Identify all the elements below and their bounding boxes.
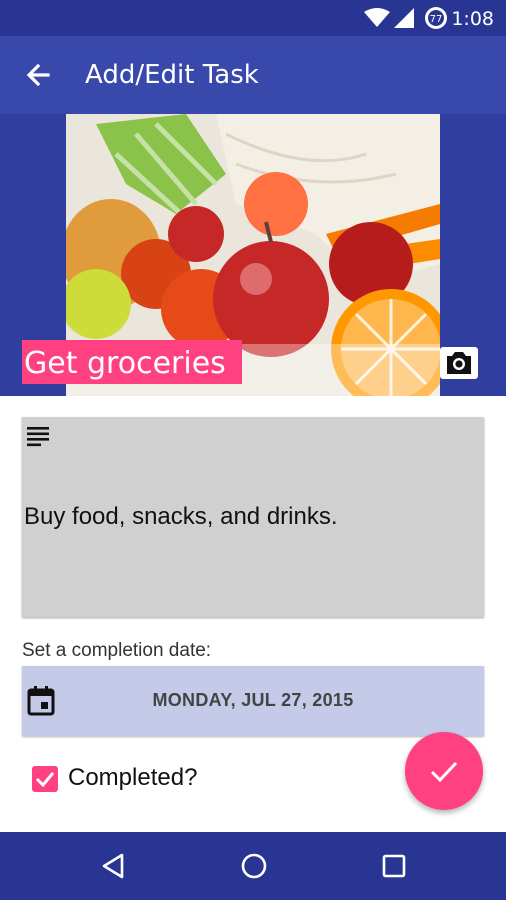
page-title: Add/Edit Task: [85, 60, 259, 90]
status-bar: 77 1:08: [0, 0, 506, 36]
date-picker-button[interactable]: MONDAY, JUL 27, 2015: [22, 666, 484, 736]
check-mark-icon: [35, 772, 55, 788]
nav-home-button[interactable]: [240, 852, 268, 885]
cell-signal-icon: [394, 8, 414, 28]
save-fab-button[interactable]: [405, 732, 483, 810]
app-bar: Add/Edit Task: [0, 36, 506, 114]
date-label: Set a completion date:: [22, 640, 212, 661]
nav-back-button[interactable]: [100, 852, 126, 885]
checkbox-checked-icon[interactable]: [32, 766, 58, 792]
description-field[interactable]: Buy food, snacks, and drinks.: [22, 417, 484, 617]
completed-label: Completed?: [68, 764, 198, 791]
battery-icon: 77: [425, 7, 447, 29]
task-title[interactable]: Get groceries: [22, 340, 242, 384]
camera-button[interactable]: [440, 347, 478, 379]
check-icon: [430, 761, 458, 783]
nav-back-icon: [102, 853, 124, 879]
system-nav-bar: [0, 832, 506, 900]
nav-home-icon: [241, 853, 267, 879]
date-value: MONDAY, JUL 27, 2015: [152, 690, 354, 710]
battery-level: 77: [430, 14, 443, 25]
wifi-icon: [364, 8, 390, 27]
nav-recents-icon: [382, 854, 406, 878]
nav-recents-button[interactable]: [381, 852, 407, 885]
arrow-back-icon: [26, 63, 50, 87]
camera-icon: [447, 352, 471, 374]
back-button[interactable]: [22, 60, 54, 92]
description-text: Buy food, snacks, and drinks.: [24, 503, 338, 530]
notes-lines-icon: [27, 427, 49, 447]
status-clock: 1:08: [451, 8, 494, 30]
